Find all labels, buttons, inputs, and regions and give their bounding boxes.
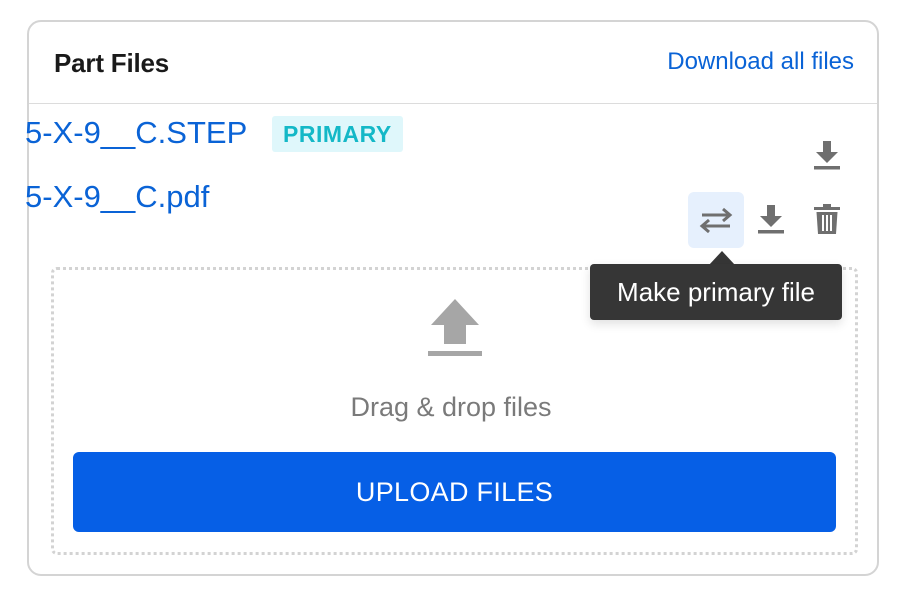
dropzone-text: Drag & drop files	[350, 392, 552, 422]
make-primary-button[interactable]	[688, 192, 744, 248]
download-all-link[interactable]: Download all files	[667, 48, 854, 76]
download-icon	[814, 141, 840, 170]
file-name-link[interactable]: 5-X-9__C.pdf	[25, 172, 209, 222]
file-name-link[interactable]: 5-X-9__C.STEP	[25, 108, 247, 158]
file-row: 5-X-9__C.STEP PRIMARY	[25, 108, 879, 158]
upload-icon	[427, 298, 483, 365]
upload-files-button[interactable]: UPLOAD FILES	[73, 452, 836, 532]
card-header: Part Files Download all files	[29, 22, 877, 104]
download-icon	[758, 205, 784, 234]
tooltip-arrow	[709, 251, 735, 265]
swap-icon	[699, 207, 733, 233]
tooltip: Make primary file	[590, 264, 842, 320]
trash-icon	[814, 204, 840, 234]
delete-file-button[interactable]	[800, 192, 854, 246]
card-title: Part Files	[54, 48, 170, 78]
primary-badge: PRIMARY	[272, 116, 403, 152]
download-file-button[interactable]	[744, 192, 798, 246]
